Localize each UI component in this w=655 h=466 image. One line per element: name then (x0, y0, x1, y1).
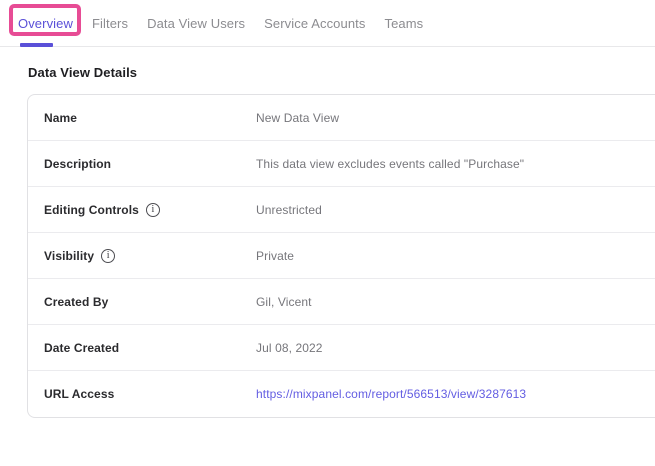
table-row-editing-controls: Editing Controls i Unrestricted (28, 187, 655, 233)
tab-filters[interactable]: Filters (92, 16, 128, 31)
row-value: Private (256, 249, 294, 263)
row-value: Gil, Vicent (256, 295, 312, 309)
active-tab-underline (20, 43, 53, 47)
row-label: Name (28, 111, 256, 125)
table-row-url-access: URL Access https://mixpanel.com/report/5… (28, 371, 655, 417)
row-label-text: Name (44, 111, 77, 125)
tab-overview[interactable]: Overview (18, 16, 73, 31)
row-label-text: Created By (44, 295, 108, 309)
row-label-text: Description (44, 157, 111, 171)
table-row-visibility: Visibility i Private (28, 233, 655, 279)
row-value: New Data View (256, 111, 339, 125)
row-label-text: URL Access (44, 387, 114, 401)
tab-bar: Overview Filters Data View Users Service… (0, 0, 655, 47)
row-label-text: Date Created (44, 341, 119, 355)
row-label-text: Editing Controls (44, 203, 139, 217)
tab-teams[interactable]: Teams (384, 16, 423, 31)
row-label: Description (28, 157, 256, 171)
row-value: Unrestricted (256, 203, 322, 217)
row-value: Jul 08, 2022 (256, 341, 323, 355)
row-label-text: Visibility (44, 249, 94, 263)
table-row-created-by: Created By Gil, Vicent (28, 279, 655, 325)
table-row-description: Description This data view excludes even… (28, 141, 655, 187)
data-view-url-link[interactable]: https://mixpanel.com/report/566513/view/… (256, 387, 526, 401)
row-label: Visibility i (28, 249, 256, 263)
row-label: Date Created (28, 341, 256, 355)
info-icon[interactable]: i (101, 249, 115, 263)
row-value: This data view excludes events called "P… (256, 157, 524, 171)
tab-data-view-users[interactable]: Data View Users (147, 16, 245, 31)
table-row-name: Name New Data View (28, 95, 655, 141)
row-label: Editing Controls i (28, 203, 256, 217)
table-row-date-created: Date Created Jul 08, 2022 (28, 325, 655, 371)
row-label: Created By (28, 295, 256, 309)
data-view-details-card: Name New Data View Description This data… (27, 94, 655, 418)
row-label: URL Access (28, 387, 256, 401)
page-title: Data View Details (28, 65, 655, 80)
tab-service-accounts[interactable]: Service Accounts (264, 16, 365, 31)
info-icon[interactable]: i (146, 203, 160, 217)
